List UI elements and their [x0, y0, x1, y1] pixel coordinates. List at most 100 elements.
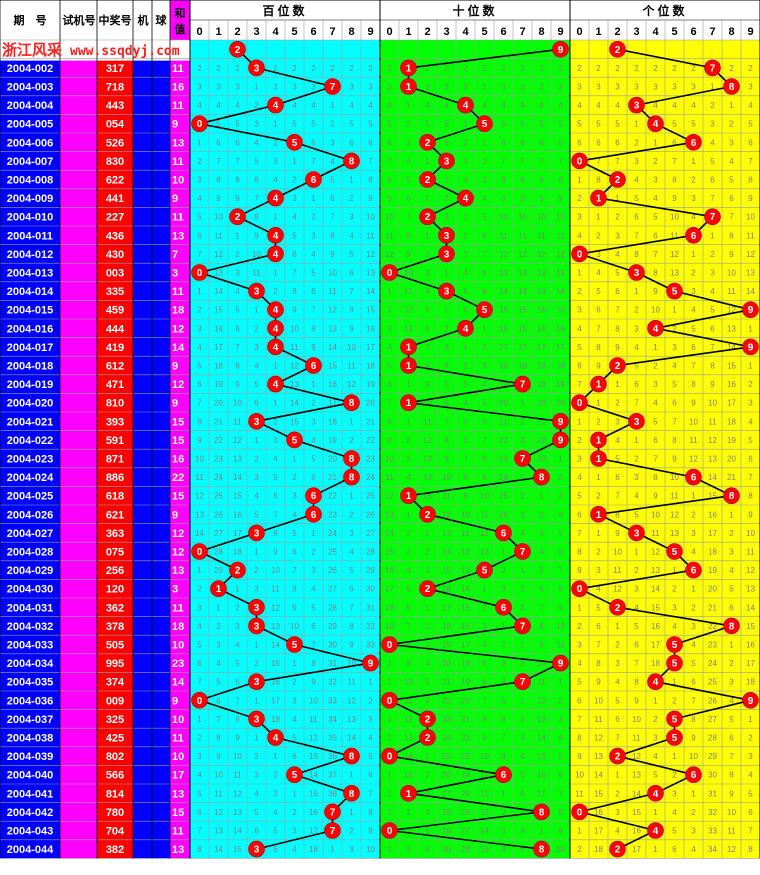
tens-miss-count: 20: [461, 696, 470, 705]
tens-miss-count: 11: [537, 678, 546, 687]
tens-miss-count: 3: [501, 659, 506, 668]
hundreds-miss-count: 3: [235, 622, 240, 631]
header-units: 个位数: [641, 3, 687, 18]
tens-miss-count: 5: [539, 120, 544, 129]
units-miss-count: 5: [634, 510, 639, 519]
tens-ball-label: 7: [520, 621, 526, 632]
hundreds-miss-count: 5: [368, 752, 373, 761]
tens-miss-count: 11: [556, 641, 565, 650]
tens-miss-count: 18: [461, 659, 470, 668]
units-miss-count: 7: [748, 157, 753, 166]
units-miss-count: 2: [615, 64, 620, 73]
units-miss-count: 13: [670, 529, 679, 538]
sum-cell: 15: [172, 435, 184, 447]
tens-ball-label: 7: [520, 547, 526, 558]
tens-miss-count: 3: [425, 269, 430, 278]
units-miss-count: 9: [748, 194, 753, 203]
tens-miss-count: 5: [406, 585, 411, 594]
units-miss-count: 19: [727, 436, 736, 445]
units-miss-count: 6: [596, 138, 601, 147]
hundreds-miss-count: 2: [235, 603, 240, 612]
hundreds-miss-count: 1: [235, 231, 240, 240]
tens-miss-count: 1: [444, 176, 449, 185]
units-miss-count: 2: [691, 808, 696, 817]
hundreds-miss-count: 2: [292, 64, 297, 73]
tens-miss-count: 8: [387, 176, 392, 185]
units-miss-count: 1: [634, 436, 639, 445]
units-miss-count: 4: [596, 101, 601, 110]
tens-miss-count: 19: [537, 380, 546, 389]
units-miss-count: 10: [575, 771, 584, 780]
units-miss-count: 12: [613, 585, 622, 594]
hundreds-miss-count: 1: [273, 752, 278, 761]
hundreds-miss-count: 10: [271, 566, 280, 575]
hundreds-miss-count: 15: [214, 306, 223, 315]
tens-miss-count: 10: [404, 269, 413, 278]
hundreds-miss-count: 4: [311, 585, 316, 594]
units-miss-count: 6: [710, 176, 715, 185]
units-miss-count: 3: [634, 324, 639, 333]
tens-miss-count: 2: [387, 678, 392, 687]
units-miss-count: 6: [577, 138, 582, 147]
hundreds-miss-count: 27: [328, 585, 337, 594]
hundreds-ball-label: 8: [349, 454, 355, 465]
units-digit-label: 2: [614, 26, 620, 38]
hundreds-miss-count: 8: [235, 176, 240, 185]
hundreds-miss-count: 5: [254, 808, 259, 817]
units-miss-count: 1: [653, 696, 658, 705]
tens-miss-count: 9: [482, 473, 487, 482]
tens-miss-count: 19: [556, 380, 565, 389]
hundreds-digit-label: 7: [329, 26, 335, 38]
tens-miss-count: 2: [520, 585, 525, 594]
tens-miss-count: 23: [461, 752, 470, 761]
hundreds-miss-count: 15: [309, 789, 318, 798]
tens-miss-count: 15: [537, 306, 546, 315]
tens-miss-count: 12: [518, 250, 527, 259]
hundreds-miss-count: 4: [254, 789, 259, 798]
period-cell: 2004-018: [7, 361, 54, 373]
tens-ball-label: 5: [482, 119, 488, 130]
hundreds-miss-count: 8: [368, 808, 373, 817]
draw-number-cell: 780: [106, 807, 124, 819]
hundreds-miss-count: 14: [214, 845, 223, 854]
tens-miss-count: 10: [385, 213, 394, 222]
draw-number-cell: 374: [106, 677, 125, 689]
hundreds-miss-count: 1: [197, 287, 202, 296]
hundreds-miss-count: 19: [366, 380, 375, 389]
units-miss-count: 2: [653, 715, 658, 724]
tens-miss-count: 13: [480, 808, 489, 817]
tens-miss-count: 4: [463, 269, 468, 278]
units-miss-count: 9: [615, 529, 620, 538]
units-miss-count: 10: [670, 213, 679, 222]
tens-ball-label: 3: [444, 156, 450, 167]
hundreds-miss-count: 19: [214, 380, 223, 389]
hundreds-ball-label: 7: [330, 82, 336, 93]
hundreds-miss-count: 1: [197, 138, 202, 147]
hundreds-miss-count: 16: [328, 380, 337, 389]
hundreds-miss-count: 3: [235, 83, 240, 92]
tens-miss-count: 21: [499, 417, 508, 426]
tens-miss-count: 10: [556, 213, 565, 222]
units-miss-count: 2: [634, 566, 639, 575]
tens-miss-count: 13: [385, 510, 394, 519]
units-digit-label: 1: [595, 26, 601, 38]
units-miss-count: 10: [594, 696, 603, 705]
hundreds-miss-count: 36: [328, 752, 337, 761]
hundreds-miss-count: 4: [254, 138, 259, 147]
tens-miss-count: 4: [406, 157, 411, 166]
hundreds-miss-count: 8: [292, 287, 297, 296]
hundreds-miss-count: 13: [328, 324, 337, 333]
tens-miss-count: 1: [501, 789, 506, 798]
units-miss-count: 4: [748, 417, 753, 426]
hundreds-miss-count: 22: [366, 436, 375, 445]
hundreds-miss-count: 13: [195, 510, 204, 519]
units-miss-count: 2: [615, 399, 620, 408]
hundreds-miss-count: 11: [233, 771, 242, 780]
units-miss-count: 2: [691, 603, 696, 612]
hundreds-miss-count: 12: [214, 808, 223, 817]
units-miss-count: 5: [615, 269, 620, 278]
hundreds-miss-count: 3: [197, 603, 202, 612]
units-miss-count: 5: [729, 585, 734, 594]
tens-ball-label: 6: [501, 770, 507, 781]
units-miss-count: 2: [577, 845, 582, 854]
